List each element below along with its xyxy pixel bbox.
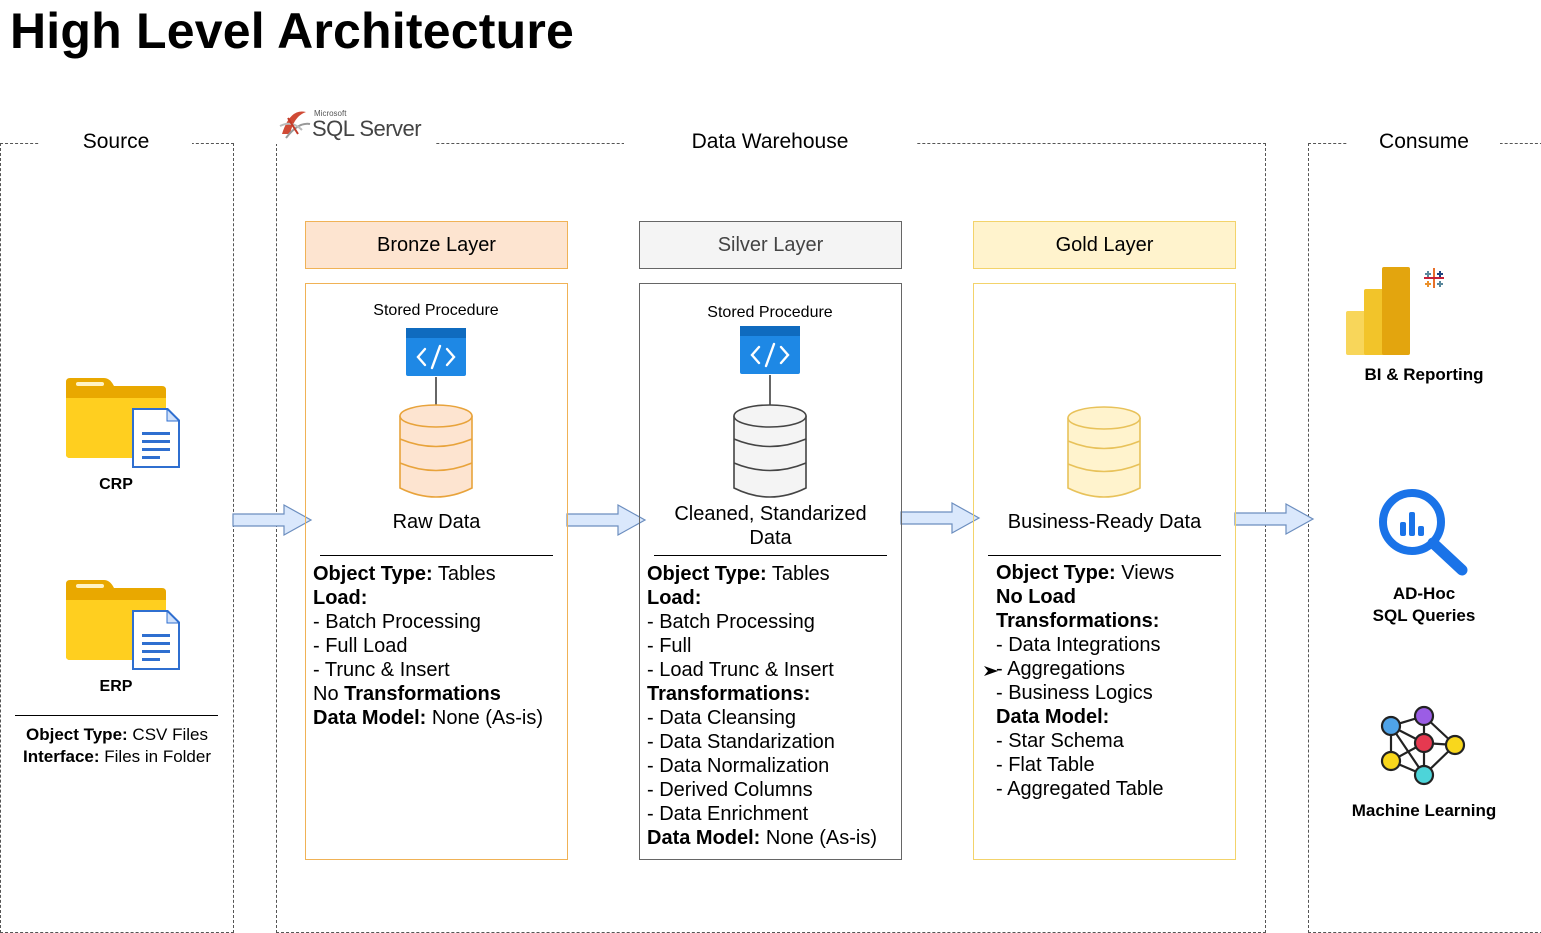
silver-data-label: Cleaned, Standarized Data: [640, 502, 901, 550]
bronze-procedure-icon: [406, 328, 466, 376]
silver-transform-item: - Data Standarization: [647, 731, 835, 753]
source-interface-value: Files in Folder: [104, 747, 212, 766]
crp-source: [64, 376, 184, 476]
bronze-object-type-label: Object Type:: [313, 563, 433, 585]
ad-hoc-line-1: AD-Hoc: [1392, 584, 1456, 603]
silver-load-item: - Batch Processing: [647, 611, 815, 633]
gold-spec: Object Type: Views No Load Transformatio…: [996, 561, 1174, 801]
power-bi-icon: [1346, 267, 1444, 355]
bronze-procedure-label: Stored Procedure: [373, 302, 499, 319]
bronze-database-icon: [399, 377, 473, 498]
bronze-data-label: Raw Data: [392, 511, 481, 533]
bronze-transform-prefix: No: [313, 683, 339, 705]
source-section: [0, 143, 234, 933]
silver-load-label: Load:: [647, 587, 702, 609]
silver-load-item: - Full: [647, 635, 692, 657]
silver-data-line-2: Data: [749, 527, 792, 549]
silver-layer-header: Silver Layer: [639, 221, 902, 269]
silver-transform-item: - Data Enrichment: [647, 803, 809, 825]
silver-procedure-label: Stored Procedure: [707, 304, 833, 321]
bronze-transform-label: Transformations: [344, 683, 501, 705]
magnifier-chart-icon: [1379, 489, 1468, 576]
warehouse-section-label: Data Warehouse: [624, 130, 916, 154]
bi-reporting-label: BI & Reporting: [1364, 365, 1484, 384]
gold-object-type-label: Object Type:: [996, 562, 1116, 584]
ad-hoc-line-2: SQL Queries: [1372, 606, 1476, 625]
gold-transform-item: - Data Integrations: [996, 634, 1161, 656]
gold-model-item: - Star Schema: [996, 730, 1124, 752]
silver-transform-item: - Data Normalization: [647, 755, 830, 777]
source-object-type-label: Object Type:: [25, 725, 128, 744]
gold-object-type-value: Views: [1121, 562, 1175, 584]
consume-section-label: Consume: [1348, 130, 1500, 154]
sql-server-logo: Microsoft SQL Server: [276, 104, 436, 144]
gold-layer-title: Gold Layer: [1055, 233, 1154, 256]
silver-divider: [654, 555, 887, 556]
silver-object-type-label: Object Type:: [647, 563, 767, 585]
source-section-label: Source: [40, 130, 192, 154]
source-divider: [15, 715, 218, 716]
source-object-type-value: CSV Files: [132, 725, 208, 744]
sql-server-icon: [279, 111, 311, 139]
gold-model-label: Data Model:: [996, 706, 1110, 728]
silver-transform-item: - Derived Columns: [647, 779, 813, 801]
folder-document-icon: [66, 378, 180, 468]
silver-layer-title: Silver Layer: [717, 233, 824, 256]
erp-source: [64, 578, 184, 678]
source-interface-label: Interface:: [22, 747, 100, 766]
silver-spec: Object Type: Tables Load: - Batch Proces…: [647, 562, 877, 850]
gold-layer-header: Gold Layer: [973, 221, 1236, 269]
gold-transform-label: Transformations:: [996, 610, 1160, 632]
source-info: Object Type: CSV Files Interface: Files …: [0, 724, 234, 768]
neural-network-icon: [1380, 705, 1466, 786]
silver-transform-label: Transformations:: [647, 683, 811, 705]
erp-label: ERP: [99, 678, 133, 695]
sql-logo-main: SQL Server: [312, 116, 422, 141]
bronze-spec: Object Type: Tables Load: - Batch Proces…: [313, 562, 543, 730]
bronze-object-type-value: Tables: [437, 563, 496, 585]
page-title: High Level Architecture: [10, 3, 574, 59]
silver-object-type-value: Tables: [771, 563, 830, 585]
gold-model-item: - Flat Table: [996, 754, 1095, 776]
silver-data-line-1: Cleaned, Standarized: [674, 503, 867, 525]
folder-document-icon: [66, 580, 180, 670]
machine-learning-label: Machine Learning: [1351, 801, 1497, 820]
silver-load-item: - Load Trunc & Insert: [647, 659, 834, 681]
gold-transform-item: - Business Logics: [996, 682, 1153, 704]
ad-hoc-label: AD-Hoc SQL Queries: [1320, 583, 1528, 627]
bronze-load-item: - Full Load: [313, 635, 408, 657]
bronze-load-label: Load:: [313, 587, 368, 609]
bronze-layer-title: Bronze Layer: [377, 233, 496, 256]
bronze-divider: [320, 555, 553, 556]
gold-database-icon: [1067, 406, 1141, 498]
silver-database-icon: [733, 375, 807, 498]
bronze-model-label: Data Model:: [313, 707, 427, 729]
gold-divider: [988, 555, 1221, 556]
gold-model-item: - Aggregated Table: [996, 778, 1164, 800]
flow-arrow-source-bronze: [232, 503, 313, 537]
silver-model-label: Data Model:: [647, 827, 761, 849]
bronze-load-item: - Batch Processing: [313, 611, 481, 633]
gold-load-label: No Load: [996, 586, 1076, 608]
pointer-arrow-icon: [984, 666, 998, 676]
crp-label: CRP: [99, 476, 133, 493]
flow-arrow-bronze-silver: [566, 503, 647, 537]
gold-transform-item: - Aggregations: [996, 658, 1125, 680]
silver-model-value: None (As-is): [765, 827, 878, 849]
silver-transform-item: - Data Cleansing: [647, 707, 796, 729]
flow-arrow-gold-consume: [1234, 502, 1315, 536]
gold-data-label: Business-Ready Data: [1007, 511, 1202, 533]
bronze-model-value: None (As-is): [431, 707, 544, 729]
bronze-layer-header: Bronze Layer: [305, 221, 568, 269]
silver-procedure-icon: [740, 326, 800, 374]
flow-arrow-silver-gold: [900, 501, 981, 535]
bronze-load-item: - Trunc & Insert: [313, 659, 450, 681]
